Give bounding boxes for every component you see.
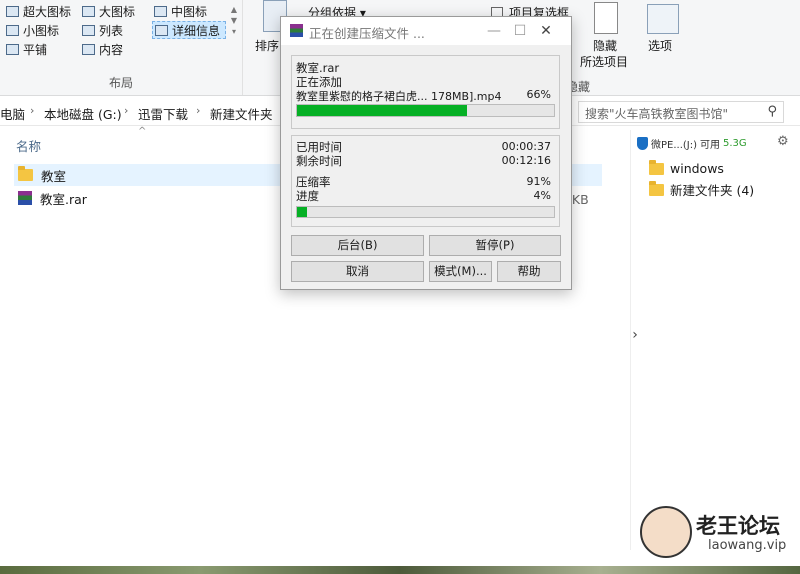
current-progress-bar: [296, 104, 555, 117]
expand-panel-icon[interactable]: ›: [628, 327, 642, 347]
layout-extra-large-icons[interactable]: 超大图标: [6, 2, 71, 20]
elapsed-value: 00:00:37: [501, 140, 551, 153]
dialog-title: 正在创建压缩文件 ...: [309, 26, 425, 41]
tiles-icon: [6, 43, 19, 55]
background-button[interactable]: 后台(B): [291, 235, 424, 256]
layout-group-label: 布局: [108, 76, 133, 90]
watermark-avatar: [640, 506, 692, 558]
close-icon[interactable]: ✕: [533, 20, 559, 42]
layout-list[interactable]: 列表: [82, 21, 123, 39]
tree-item[interactable]: windows: [649, 159, 724, 176]
layout-details[interactable]: 详细信息: [152, 21, 226, 39]
sort-ascending-icon: ^: [138, 126, 147, 137]
rar-archive-icon: [18, 191, 32, 205]
chevron-right-icon[interactable]: ›: [30, 104, 34, 117]
breadcrumb-new-folder[interactable]: 新建文件夹: [210, 104, 273, 123]
winrar-icon: [290, 24, 303, 37]
layout-content[interactable]: 内容: [82, 40, 123, 58]
extra-large-icons-icon: [6, 5, 19, 17]
remaining-value: 00:12:16: [501, 154, 551, 167]
file-name: 教室: [41, 168, 67, 184]
ratio-value: 91%: [526, 175, 551, 188]
small-icons-icon: [6, 24, 19, 36]
search-input[interactable]: 搜索"火车高铁教室图书馆" ⚲: [578, 101, 784, 123]
hide-selected-icon: [594, 2, 618, 34]
folder-icon: [18, 166, 33, 181]
file-name: 教室.rar: [40, 191, 87, 207]
minimize-icon[interactable]: —: [481, 20, 507, 42]
cancel-button[interactable]: 取消: [291, 261, 424, 282]
options-button[interactable]: 选项: [648, 37, 672, 54]
folder-icon: [649, 159, 664, 175]
hide-label[interactable]: 隐藏: [593, 37, 617, 54]
stats-panel: 已用时间 00:00:37 剩余时间 00:12:16 压缩率 91% 进度 4…: [291, 135, 560, 227]
watermark-subtitle: laowang.vip: [708, 538, 787, 553]
breadcrumb-drive[interactable]: 本地磁盘 (G:): [44, 104, 122, 123]
drive-info[interactable]: 微PE...(J:) 可用 5.3G: [637, 136, 747, 151]
medium-icons-icon: [154, 5, 167, 17]
breadcrumb-computer[interactable]: 电脑: [0, 104, 25, 123]
taskbar-strip: [0, 566, 800, 574]
details-icon: [155, 24, 168, 36]
sort-button[interactable]: 排序: [255, 37, 279, 54]
total-progress-fill: [297, 207, 308, 217]
chevron-right-icon[interactable]: ›: [124, 104, 128, 117]
shield-icon: [637, 137, 648, 150]
large-icons-icon: [82, 5, 95, 17]
layout-group: 超大图标 大图标 中图标 小图标 列表 详细信息 平铺 内容 ▲ ▼ ▾ 布局: [0, 0, 243, 95]
remaining-label: 剩余时间: [296, 154, 342, 168]
dialog-titlebar[interactable]: 正在创建压缩文件 ... — ☐ ✕: [281, 17, 571, 45]
current-progress-fill: [297, 105, 467, 116]
tree-item[interactable]: 新建文件夹 (4): [649, 180, 754, 199]
total-progress-bar: [296, 206, 555, 218]
help-button[interactable]: 帮助: [497, 261, 561, 282]
folder-icon: [649, 180, 664, 196]
list-icon: [82, 24, 95, 36]
layout-medium-icons[interactable]: 中图标: [154, 2, 207, 20]
hide-selected-label[interactable]: 所选项目: [580, 53, 628, 70]
maximize-icon[interactable]: ☐: [507, 20, 533, 42]
layout-large-icons[interactable]: 大图标: [82, 2, 135, 20]
chevron-right-icon[interactable]: ›: [196, 104, 200, 117]
breadcrumb-downloads[interactable]: 迅雷下载: [138, 104, 188, 123]
content-icon: [82, 43, 95, 55]
column-header-name[interactable]: 名称: [16, 136, 41, 155]
pause-button[interactable]: 暂停(P): [429, 235, 561, 256]
progress-label: 进度: [296, 189, 319, 203]
gear-icon[interactable]: ⚙: [777, 134, 789, 149]
progress-value: 4%: [533, 189, 551, 202]
search-icon[interactable]: ⚲: [767, 104, 777, 119]
options-icon: [647, 4, 679, 34]
watermark-title: 老王论坛: [696, 514, 780, 538]
current-file: 教室里紫慰的格子裙白虎... 178MB].mp4: [296, 90, 502, 103]
file-progress-panel: 教室.rar 正在添加 教室里紫慰的格子裙白虎... 178MB].mp4 66…: [291, 55, 560, 129]
compression-dialog: 正在创建压缩文件 ... — ☐ ✕ 教室.rar 正在添加 教室里紫慰的格子裙…: [280, 16, 572, 290]
mode-button[interactable]: 模式(M)...: [429, 261, 492, 282]
layout-scroll[interactable]: ▲ ▼ ▾: [229, 4, 239, 59]
layout-tiles[interactable]: 平铺: [6, 40, 47, 58]
right-panel: 微PE...(J:) 可用 5.3G ⚙ windows 新建文件夹 (4): [630, 130, 800, 550]
current-percent: 66%: [526, 88, 551, 101]
layout-small-icons[interactable]: 小图标: [6, 21, 59, 39]
